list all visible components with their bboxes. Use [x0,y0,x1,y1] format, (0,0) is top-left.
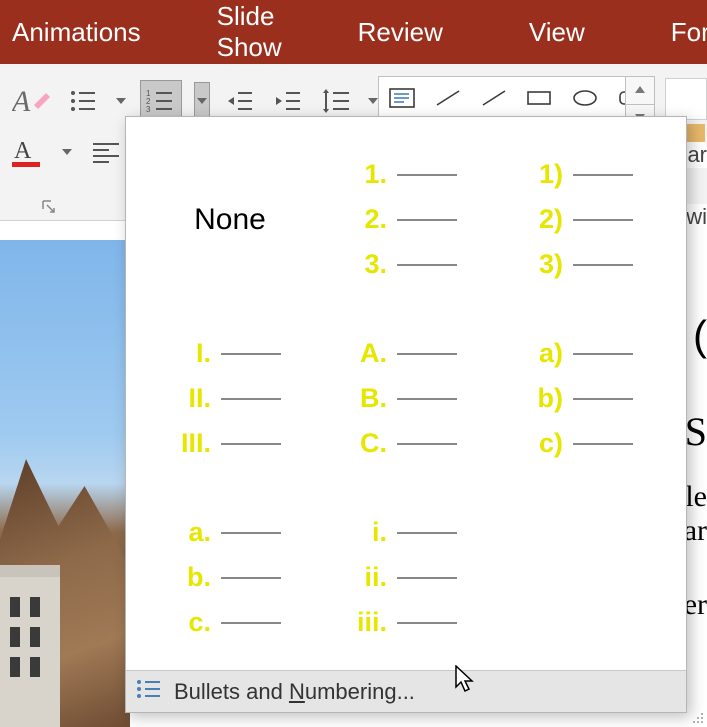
numbering-option-upper-alpha[interactable]: A. B. C. [322,311,490,486]
shape-fill-button[interactable] [665,78,707,120]
bullets-button[interactable] [66,83,102,119]
clear-formatting-button[interactable]: A [10,79,54,123]
tab-animations[interactable]: Animations [0,0,169,64]
slide-image [0,240,130,727]
footer-label: Bullets and Numbering... [174,679,415,705]
numbering-option-lower-alpha-period[interactable]: a. b. c. [146,490,314,665]
svg-text:A: A [12,85,31,118]
font-dialog-launcher[interactable] [42,200,56,214]
numbering-option-none[interactable]: None [146,132,314,307]
tab-view[interactable]: View [501,0,613,64]
numbering-option-arabic-paren[interactable]: 1) 2) 3) [498,132,666,307]
cutoff-text-2: wi [686,204,707,230]
cutoff-text-3: ( [693,312,707,360]
bullets-and-numbering-menu-item[interactable]: Bullets and Numbering... [126,670,686,712]
numbering-option-lower-alpha-paren[interactable]: a) b) c) [498,311,666,486]
font-color-button[interactable]: A [10,134,46,170]
numbering-option-arabic-period[interactable]: 1. 2. 3. [322,132,490,307]
svg-text:3: 3 [146,105,151,113]
cutoff-text-7: er [684,588,707,622]
list-icon [136,679,162,705]
decrease-indent-button[interactable] [222,83,258,119]
numbering-option-lower-roman[interactable]: i. ii. iii. [322,490,490,665]
tab-slide-show[interactable]: Slide Show [189,0,310,64]
cutoff-text-1: ar [687,142,707,168]
cutoff-text-5: le [685,480,707,514]
line-spacing-button[interactable] [318,83,354,119]
svg-text:A: A [14,138,32,164]
shape-rectangle[interactable] [516,77,562,118]
ribbon-tab-strip: Animations Slide Show Review View Format [0,0,707,64]
bullets-dropdown-arrow[interactable] [114,83,128,119]
shape-textbox[interactable] [379,77,425,118]
cutoff-text-4: S [685,408,707,455]
tab-format[interactable]: Format [643,0,707,64]
shape-line[interactable] [425,77,471,118]
shape-oval[interactable] [562,77,608,118]
font-color-dropdown-arrow[interactable] [60,134,74,170]
shapes-scroll-up[interactable] [626,77,654,105]
numbering-option-upper-roman[interactable]: I. II. III. [146,311,314,486]
cutoff-text-6: ar [684,514,707,548]
resize-grip-icon[interactable] [690,710,704,724]
shape-line-2[interactable] [471,77,517,118]
align-left-button[interactable] [88,134,124,170]
tab-review[interactable]: Review [330,0,471,64]
numbering-option-empty [498,490,666,665]
increase-indent-button[interactable] [270,83,306,119]
none-label: None [194,203,266,237]
numbering-dropdown-arrow[interactable] [194,82,210,120]
numbering-dropdown: None 1. 2. 3. 1) 2) 3) I. II. III. A. B.… [125,116,687,713]
